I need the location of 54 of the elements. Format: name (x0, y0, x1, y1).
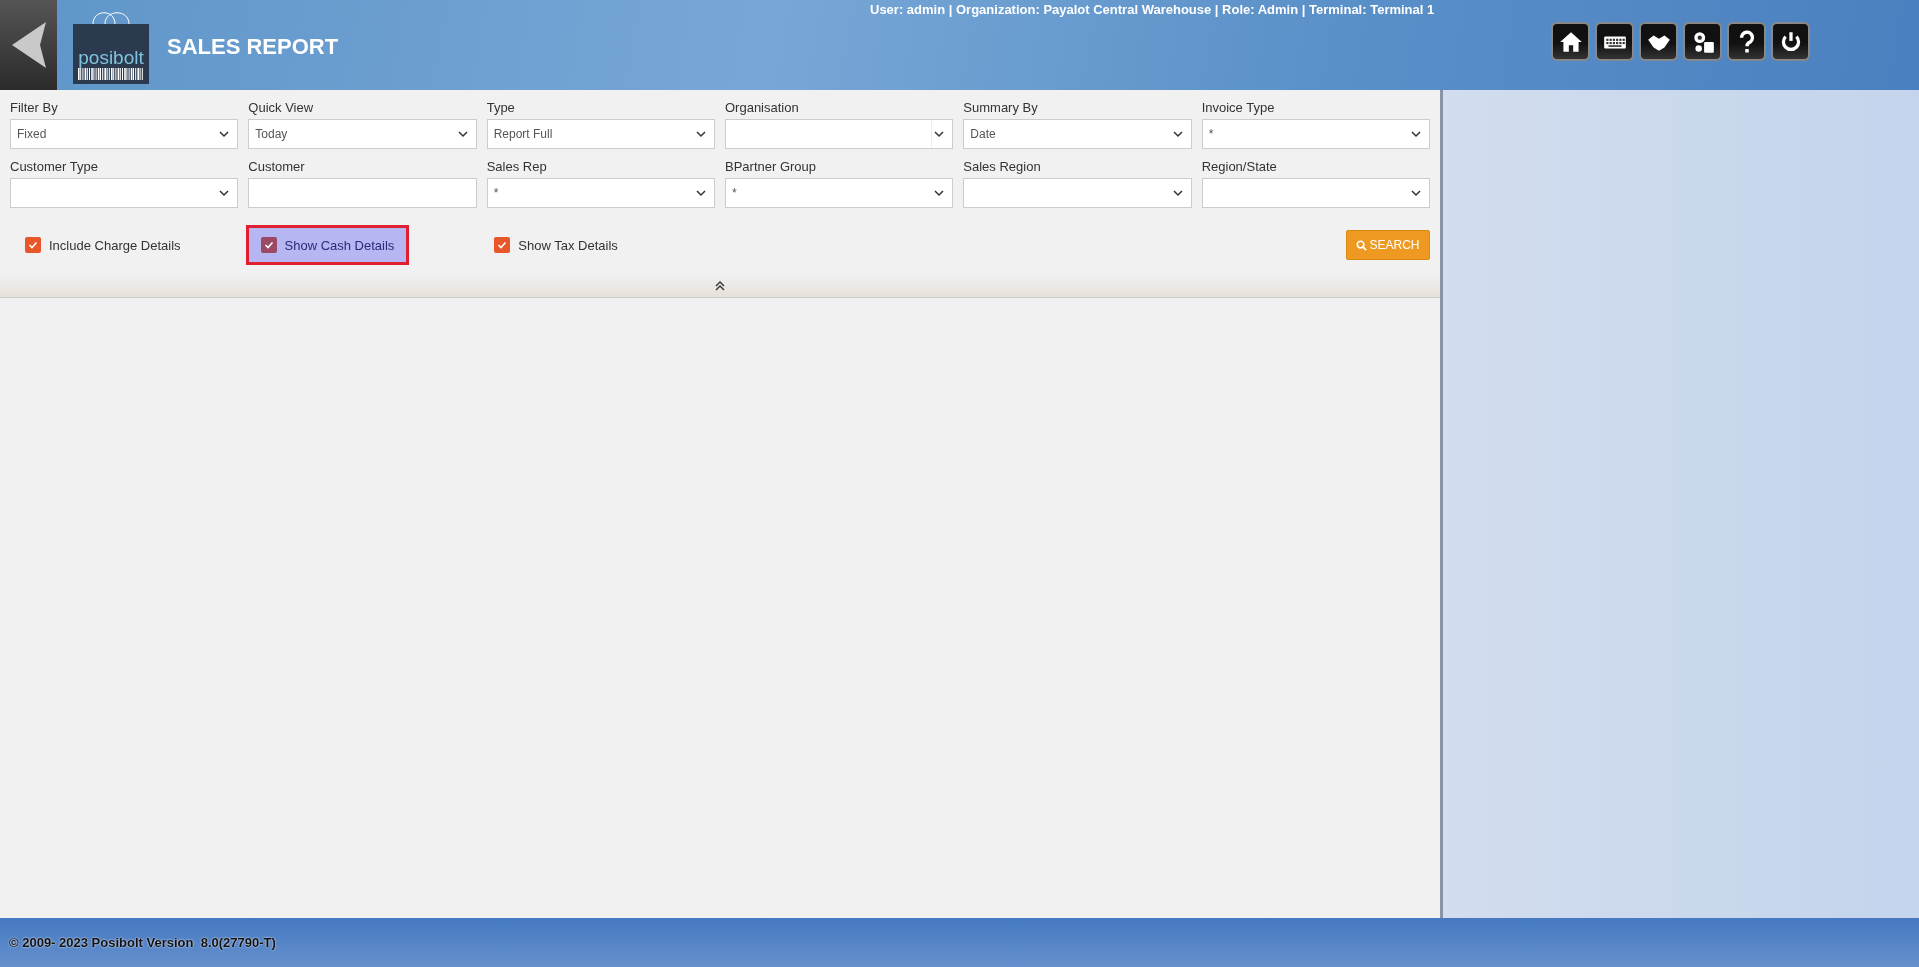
copyright-text: © 2009- 2023 Posibolt Version 8.0(27790-T) (9, 935, 276, 950)
chevron-down-icon (696, 189, 706, 197)
keyboard-button[interactable] (1595, 22, 1634, 61)
field-label: Sales Rep (486, 159, 548, 174)
field-label: Summary By (963, 100, 1039, 115)
logo-text: posibolt (78, 48, 144, 68)
chevron-down-icon (1411, 189, 1421, 197)
double-chevron-up-icon (715, 280, 725, 291)
text-field[interactable] (248, 178, 477, 208)
power-button[interactable] (1771, 22, 1810, 61)
field-label: BPartner Group (725, 159, 818, 174)
chevron-down-icon (1172, 130, 1183, 138)
back-button[interactable] (0, 0, 57, 90)
field-label: Organisation (725, 100, 800, 115)
chevron-down-icon (1411, 130, 1421, 138)
field-label: Type (486, 100, 516, 115)
dropdown[interactable]: Date (963, 119, 1192, 149)
chevron-down-icon (219, 189, 230, 197)
dropdown[interactable]: Today (248, 119, 477, 149)
chevron-down-icon (457, 130, 468, 138)
chevron-down-icon (696, 130, 706, 138)
help-button[interactable] (1727, 22, 1766, 61)
home-button[interactable] (1551, 22, 1590, 61)
field-label: Customer Type (10, 159, 99, 174)
checkbox-option[interactable]: Show Cash Details (245, 225, 410, 265)
checkbox-option[interactable]: Include Charge Details (10, 225, 196, 265)
checkbox-option[interactable]: Show Tax Details (479, 225, 633, 265)
check-icon (28, 240, 38, 250)
chevron-down-icon (934, 130, 945, 138)
field-label: Sales Region (963, 159, 1042, 174)
search-icon (1356, 239, 1368, 251)
handshake-button[interactable] (1639, 22, 1678, 61)
dropdown[interactable]: Fixed (10, 119, 239, 149)
field-label: Quick View (248, 100, 315, 115)
check-icon (497, 240, 508, 250)
field-label: Customer (248, 159, 306, 174)
dropdown[interactable]: Report Full (486, 119, 715, 149)
field-label: Invoice Type (1201, 100, 1276, 115)
chevron-down-icon (1172, 189, 1183, 197)
page-title: SALES REPORT (167, 33, 339, 60)
user-info: User: admin | Organization: Payalot Central Warehouse | Role: Admin | Terminal: Terminal 1 (870, 2, 1435, 17)
dropdown[interactable]: * (486, 178, 715, 208)
field-label: Filter By (10, 100, 59, 115)
checkbox[interactable] (260, 237, 277, 253)
checkbox[interactable] (494, 237, 511, 253)
settings-button[interactable] (1683, 22, 1722, 61)
check-icon (263, 240, 274, 250)
barcode-icon (78, 68, 144, 80)
field-label: Region/State (1201, 159, 1278, 174)
chevron-down-icon (219, 130, 230, 138)
checkbox[interactable] (25, 237, 41, 253)
dropdown[interactable]: * (725, 178, 954, 208)
chevron-down-icon (934, 189, 945, 197)
dropdown[interactable]: * (1201, 119, 1430, 149)
